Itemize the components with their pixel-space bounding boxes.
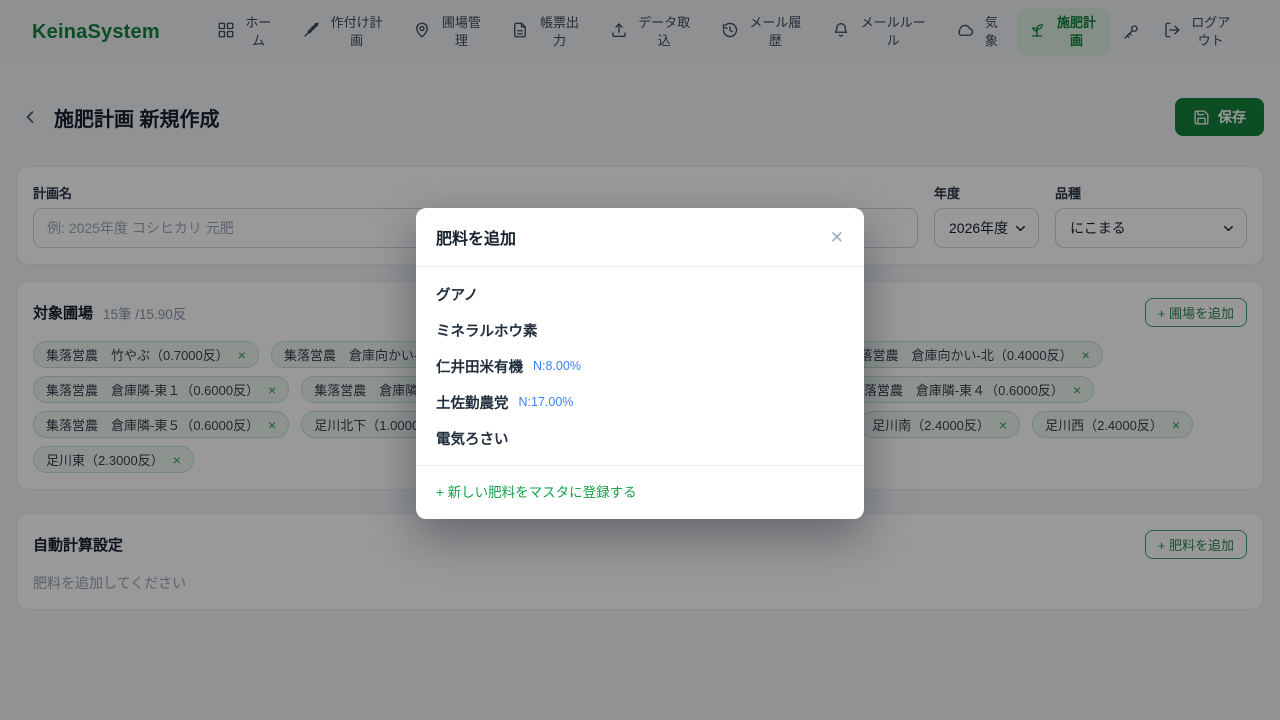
nitrogen-value: N:17.00% xyxy=(519,395,574,409)
fertilizer-option[interactable]: 土佐勤農党 N:17.00% xyxy=(416,384,864,420)
nitrogen-value: N:8.00% xyxy=(533,359,581,373)
modal-title: 肥料を追加 xyxy=(436,225,516,249)
fertilizer-list: グアノ ミネラルホウ素 仁井田米有機 N:8.00% 土佐勤農党 N:17.00… xyxy=(416,267,864,465)
fertilizer-option[interactable]: 仁井田米有機 N:8.00% xyxy=(416,348,864,384)
fertilizer-option[interactable]: 電気ろさい xyxy=(416,420,864,456)
fertilizer-option[interactable]: グアノ xyxy=(416,276,864,312)
fertilizer-option[interactable]: ミネラルホウ素 xyxy=(416,312,864,348)
register-new-fertilizer-link[interactable]: + 新しい肥料をマスタに登録する xyxy=(436,485,637,500)
close-icon[interactable]: ✕ xyxy=(830,229,844,246)
add-fertilizer-modal: 肥料を追加 ✕ グアノ ミネラルホウ素 仁井田米有機 N:8.00% 土佐勤農党… xyxy=(416,208,864,519)
